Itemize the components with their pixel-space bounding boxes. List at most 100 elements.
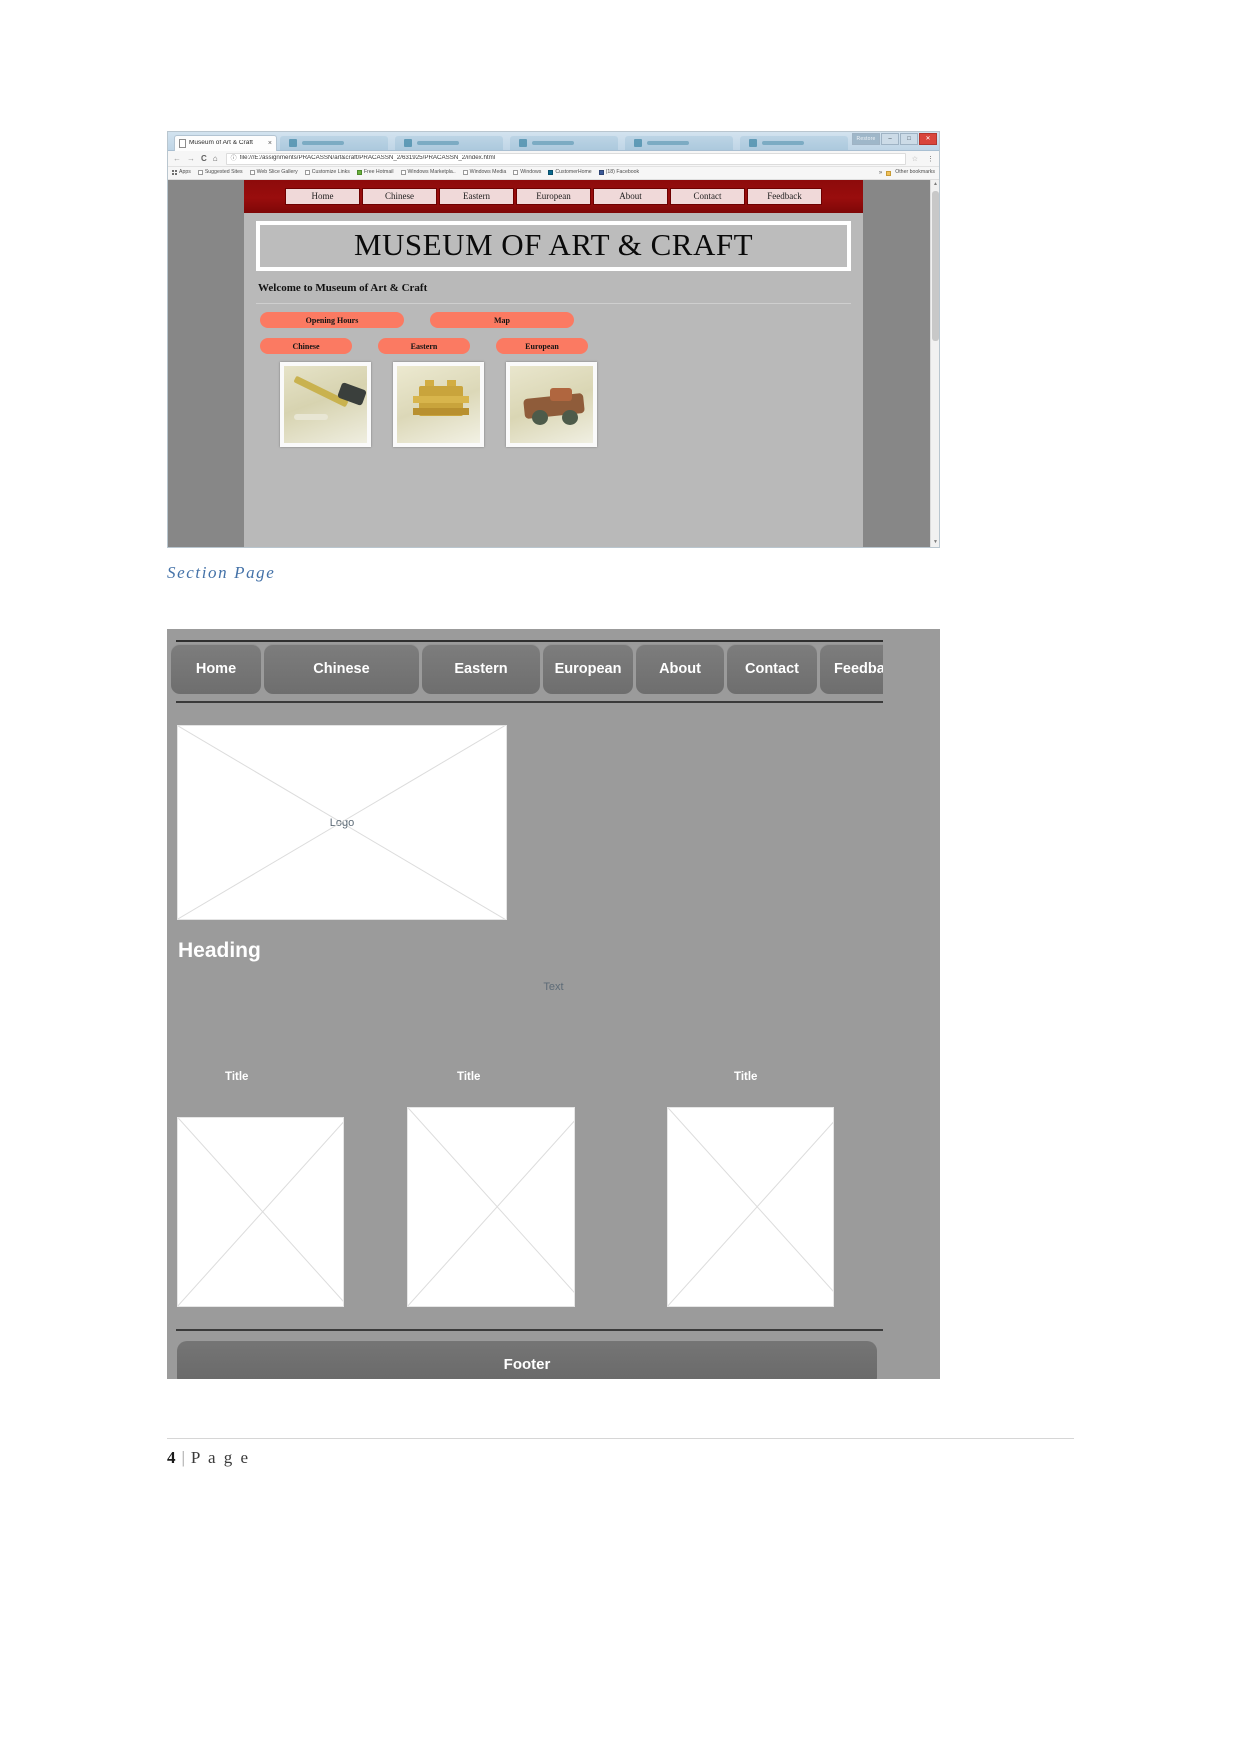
wireframe-title-row: Title Title Title [167,1071,940,1089]
bookmarks-overflow-icon[interactable]: » [879,170,882,176]
back-icon[interactable]: ← [173,154,181,163]
scroll-up-icon[interactable]: ▲ [931,180,939,189]
address-bar[interactable]: ⓘ file:///E:/assignments/PRACASSN/art&cr… [225,152,906,165]
site-nav-feedback[interactable]: Feedback [747,188,822,206]
figure-caption: Section Page [167,563,276,582]
wireframe-nav-about[interactable]: About [636,644,724,694]
page-icon [304,170,310,176]
scrollbar-thumb[interactable] [932,191,939,341]
browser-menu-icon[interactable]: ⋮ [924,155,934,163]
craft-photo-toy-car[interactable] [506,362,597,448]
vertical-scrollbar[interactable]: ▲ ▼ [930,180,939,547]
bookmark-label: CustomerHome [555,169,592,176]
site-title-banner: MUSEUM OF ART & CRAFT [256,221,851,272]
site-pill-row-categories: Chinese Eastern European [244,328,863,355]
wireframe-title-3: Title [734,1071,758,1083]
bookmark-windows-marketplace[interactable]: Windows Marketpla.. [400,170,456,176]
pill-chinese[interactable]: Chinese [260,338,352,355]
bookmark-suggested-sites[interactable]: Suggested Sites [197,169,243,176]
maximize-button[interactable]: □ [900,133,918,145]
page-footer-separator: | [181,1448,187,1467]
site-nav-chinese[interactable]: Chinese [362,188,437,206]
wireframe-nav-european[interactable]: European [543,644,633,694]
site-nav-contact[interactable]: Contact [670,188,745,206]
home-icon[interactable]: ⌂ [213,154,218,163]
reload-icon[interactable]: C [201,154,207,163]
site-pill-row-primary: Opening Hours Map [244,304,863,329]
bookmark-label: Apps [179,169,191,176]
site-nav-home[interactable]: Home [285,188,360,206]
close-window-button[interactable]: ✕ [919,133,937,145]
facebook-icon [598,170,604,176]
wireframe-heading: Heading [178,939,261,962]
browser-viewport: Home Chinese Eastern European About Cont… [168,180,939,547]
bookmark-customize-links[interactable]: Customize Links [304,169,350,176]
site-nav-eastern[interactable]: Eastern [439,188,514,206]
pill-map[interactable]: Map [430,312,574,329]
bookmark-star-icon[interactable]: ☆ [912,155,918,163]
site-nav-european[interactable]: European [516,188,591,206]
bookmark-facebook[interactable]: (18) Facebook [598,169,640,176]
bookmark-windows[interactable]: Windows [513,170,541,176]
info-icon[interactable]: ⓘ [231,156,237,162]
bookmark-label: Windows Media [469,169,507,176]
browser-tabs-blurred [280,134,849,151]
bookmark-free-hotmail[interactable]: Free Hotmail [356,169,394,176]
window-controls: Restore – □ ✕ [852,133,937,145]
minimize-button[interactable]: – [881,133,899,145]
page-icon [462,170,468,176]
restore-label: Restore [852,133,880,145]
pill-opening-hours[interactable]: Opening Hours [260,312,404,329]
browser-tab-blurred[interactable] [625,136,733,150]
page-icon [400,170,406,176]
wireframe-logo-placeholder[interactable]: Logo [177,725,507,920]
craft-photo-hammer[interactable] [280,362,371,448]
wireframe-nav-eastern[interactable]: Eastern [422,644,540,694]
browser-tab-blurred[interactable] [740,136,848,150]
bookmark-label: Customize Links [311,169,350,176]
address-bar-url: file:///E:/assignments/PRACASSN/art&craf… [239,155,496,162]
browser-tab-blurred[interactable] [395,136,503,150]
site-navigation: Home Chinese Eastern European About Cont… [244,180,863,214]
bookmark-apps[interactable]: Apps [172,169,191,176]
page-footer: 4 | P a g e [167,1448,250,1468]
wireframe-nav-home[interactable]: Home [171,644,261,694]
wireframe-nav-chinese[interactable]: Chinese [264,644,419,694]
browser-toolbar: ← → C ⌂ ⓘ file:///E:/assignments/PRACASS… [168,151,939,167]
craft-photo-gold-figure[interactable] [393,362,484,448]
bookmark-label: (18) Facebook [605,169,640,176]
teal-site-icon [548,170,554,176]
windows-icon [356,170,362,176]
site-nav-about[interactable]: About [593,188,668,206]
browser-tab-title: Museum of Art & Craft [189,140,253,147]
pill-european[interactable]: European [496,338,588,355]
wireframe-text: Text [543,981,564,993]
wireframe-nav-contact[interactable]: Contact [727,644,817,694]
site-title: MUSEUM OF ART & CRAFT [353,227,754,263]
wireframe-navigation: Home Chinese Eastern European About Cont… [171,644,940,694]
wireframe-title-1: Title [225,1071,249,1083]
bookmark-label: Free Hotmail [363,169,394,176]
close-icon[interactable]: × [268,140,272,147]
forward-icon[interactable]: → [187,154,195,163]
wireframe-footer[interactable]: Footer [177,1341,877,1379]
wireframe-image-placeholder[interactable] [407,1107,575,1307]
browser-tab-blurred[interactable] [510,136,618,150]
page-icon [197,170,203,176]
browser-tab-active[interactable]: Museum of Art & Craft × [174,135,277,151]
other-bookmarks-label[interactable]: Other bookmarks [895,170,935,175]
scroll-down-icon[interactable]: ▼ [931,538,939,547]
bookmark-windows-media[interactable]: Windows Media [462,169,507,176]
bookmark-web-slice-gallery[interactable]: Web Slice Gallery [249,170,298,176]
wireframe-image-placeholder[interactable] [177,1117,344,1307]
bookmark-label: Suggested Sites [204,169,243,176]
bookmarks-bar: Apps Suggested Sites Web Slice Gallery C… [168,167,939,180]
bookmark-customerhome[interactable]: CustomerHome [548,169,592,176]
browser-tab-blurred[interactable] [280,136,388,150]
pill-eastern[interactable]: Eastern [378,338,470,355]
website-page: Home Chinese Eastern European About Cont… [244,180,863,547]
wireframe-image-placeholder[interactable] [667,1107,834,1307]
site-welcome-heading: Welcome to Museum of Art & Craft [258,282,428,295]
page-icon [513,170,519,176]
page-footer-label: P a g e [190,1448,251,1467]
